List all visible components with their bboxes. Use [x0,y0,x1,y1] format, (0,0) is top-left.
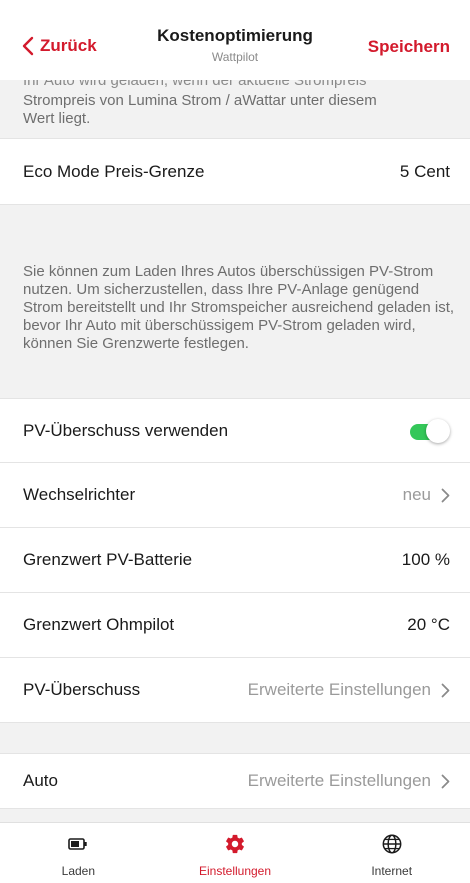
inverter-label: Wechselrichter [23,485,136,504]
tab-internet[interactable]: Internet [313,823,470,883]
pv-surplus-toggle-label: PV-Überschuss verwenden [23,420,229,440]
tab-label-laden: Laden [61,864,96,878]
chevron-right-icon [441,683,450,697]
tab-einstellungen[interactable]: Einstellungen [157,823,314,883]
pv-surplus-value: Erweiterte Einstellungen [247,680,431,699]
tab-bar: Laden Einstellungen Internet [0,822,470,883]
settings-scroll-area[interactable]: Ihr Auto wird geladen, wenn der aktuelle… [0,80,470,822]
eco-mode-price-limit-row[interactable]: Eco Mode Preis-Grenze 5 Cent [0,138,470,205]
chevron-left-icon [22,36,34,56]
battery-threshold-row[interactable]: Grenzwert PV-Batterie 100 % [0,528,470,593]
battery-icon [67,833,89,855]
gear-icon [224,833,246,855]
car-advanced-row[interactable]: Auto Erweiterte Einstellungen [0,753,470,809]
pv-surplus-toggle[interactable] [406,418,450,444]
pv-info-block: Sie können zum Laden Ihres Autos übersch… [0,205,470,398]
pv-info-text: Sie können zum Laden Ihres Autos übersch… [23,263,455,352]
tab-label-internet: Internet [371,864,413,878]
eco-info-clipped-line: Ihr Auto wird geladen, wenn der aktuelle… [23,80,367,89]
inverter-row[interactable]: Wechselrichter neu [0,463,470,528]
battery-threshold-value: 100 % [401,550,450,569]
eco-mode-label: Eco Mode Preis-Grenze [23,161,205,181]
tab-laden[interactable]: Laden [0,823,157,883]
car-value: Erweiterte Einstellungen [247,771,431,790]
pv-surplus-label: PV-Überschuss [23,680,141,699]
section-spacer [0,723,470,753]
navigation-header: Zurück Kostenoptimierung Wattpilot Speic… [0,0,470,80]
eco-info-block: Ihr Auto wird geladen, wenn der aktuelle… [0,80,470,138]
ohmpilot-threshold-row[interactable]: Grenzwert Ohmpilot 20 °C [0,593,470,658]
chevron-right-icon [441,488,450,502]
battery-threshold-label: Grenzwert PV-Batterie [23,550,193,569]
eco-mode-value: 5 Cent [399,161,450,181]
inverter-value: neu [402,485,431,504]
pv-surplus-toggle-row[interactable]: PV-Überschuss verwenden [0,398,470,463]
ohmpilot-threshold-label: Grenzwert Ohmpilot [23,615,175,634]
eco-info-line-1: Strompreis von Lumina Strom / aWattar un… [23,92,377,109]
globe-icon [381,833,403,855]
tab-label-einstellungen: Einstellungen [198,864,272,878]
car-label: Auto [23,771,58,790]
ohmpilot-threshold-value: 20 °C [407,615,450,634]
back-label: Zurück [40,36,97,55]
pv-surplus-advanced-row[interactable]: PV-Überschuss Erweiterte Einstellungen [0,658,470,723]
save-button[interactable]: Speichern [368,37,450,57]
eco-info-line-2: Wert liegt. [23,110,91,127]
back-button[interactable]: Zurück [22,36,97,56]
chevron-right-icon [441,774,450,788]
